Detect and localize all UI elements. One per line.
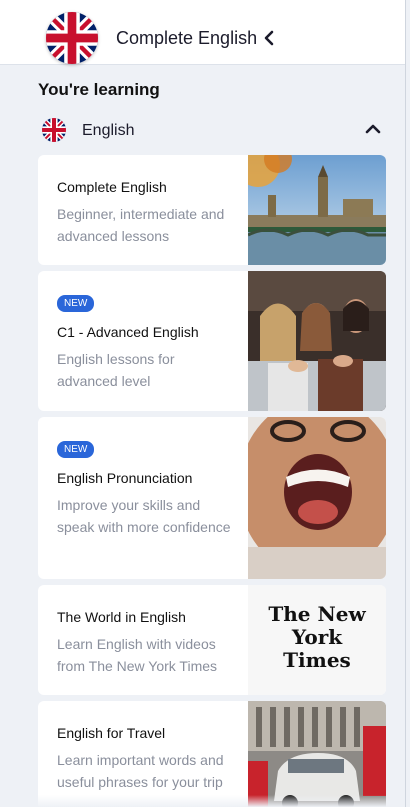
chevron-up-icon[interactable] — [364, 122, 382, 136]
nyt-logo-text: The New York Times — [268, 602, 366, 672]
card-text: English for Travel Learn important words… — [57, 723, 236, 793]
course-card-c1-advanced[interactable]: NEW C1 - Advanced English English lesson… — [38, 271, 386, 411]
top-bar: Complete English — [0, 0, 405, 65]
card-text: Complete English Beginner, intermediate … — [57, 177, 236, 247]
new-badge: NEW — [57, 441, 95, 458]
app-frame: Complete English You're learning English — [0, 0, 406, 807]
card-title: English Pronunciation — [57, 470, 193, 486]
card-text: NEW English Pronunciation Improve your s… — [57, 439, 236, 538]
scroll-fade — [0, 795, 405, 807]
card-description: Improve your skills and speak with more … — [57, 497, 231, 535]
london-bridge-photo — [248, 155, 386, 265]
applauding-audience-photo — [248, 271, 386, 411]
course-card-world-in-english[interactable]: The World in English Learn English with … — [38, 585, 386, 695]
card-description: Beginner, intermediate and advanced less… — [57, 206, 225, 244]
section-title: You're learning — [38, 80, 160, 99]
course-title: Complete English — [116, 28, 258, 48]
shouting-woman-photo — [248, 417, 386, 579]
new-badge: NEW — [57, 295, 95, 312]
card-title: The World in English — [57, 609, 186, 625]
course-card-travel[interactable]: English for Travel Learn important words… — [38, 701, 386, 807]
new-york-times-logo: The New York Times — [248, 585, 386, 695]
card-title: C1 - Advanced English — [57, 324, 199, 340]
chevron-left-icon[interactable] — [262, 28, 276, 48]
course-card-complete-english[interactable]: Complete English Beginner, intermediate … — [38, 155, 386, 265]
card-description: English lessons for advanced level — [57, 351, 175, 389]
language-selector[interactable]: English — [38, 114, 388, 146]
card-text: NEW C1 - Advanced English English lesson… — [57, 293, 236, 392]
language-name: English — [82, 122, 135, 139]
course-card-pronunciation[interactable]: NEW English Pronunciation Improve your s… — [38, 417, 386, 579]
card-description: Learn important words and useful phrases… — [57, 752, 224, 790]
card-title: Complete English — [57, 179, 167, 195]
uk-flag-icon — [46, 12, 98, 64]
uk-flag-icon — [42, 118, 66, 142]
card-title: English for Travel — [57, 725, 166, 741]
london-taxi-photo — [248, 701, 386, 807]
card-description: Learn English with videos from The New Y… — [57, 636, 218, 674]
card-text: The World in English Learn English with … — [57, 607, 236, 677]
